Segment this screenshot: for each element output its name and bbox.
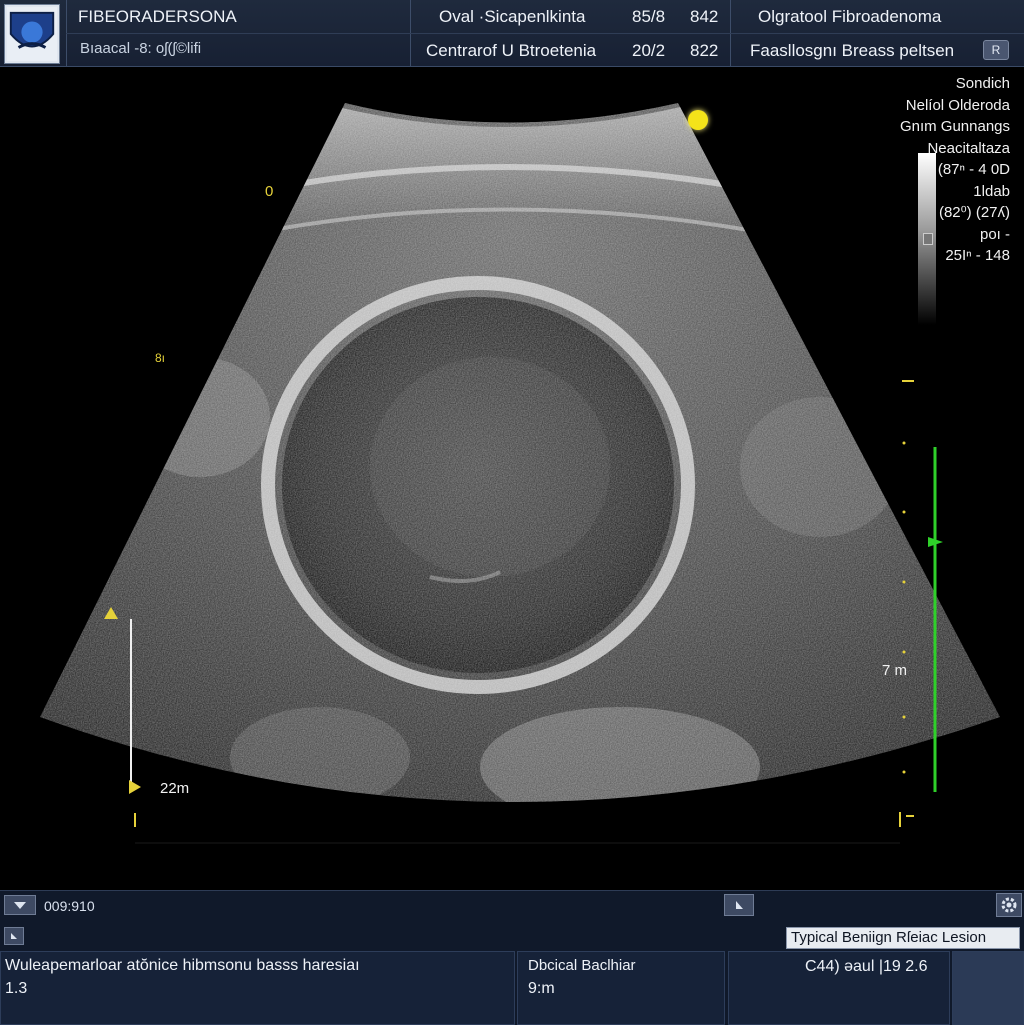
chevron-down-icon — [14, 902, 26, 909]
settings-button[interactable] — [996, 893, 1022, 917]
info-line: Gnım Gunnangs — [899, 118, 1010, 135]
collapse-button[interactable] — [4, 895, 36, 915]
annotate-button[interactable] — [724, 894, 754, 916]
divider — [66, 33, 1024, 34]
speckle-texture — [40, 103, 1000, 802]
header-subtitle: Bıaacal -8: oʃ(ʃ©lifi — [80, 40, 202, 57]
shape-label-2: Centrarof U Btroetenia — [426, 41, 597, 60]
info-line: 1ldab — [973, 182, 1010, 200]
depth-label-left: 22m — [160, 780, 190, 797]
info-line: (87ⁿ - 4 0D — [937, 161, 1010, 178]
findings-text: Wuleapemarloar atŏnice hibmsonu basss ha… — [5, 957, 360, 974]
logo-emblem-icon — [6, 7, 58, 61]
timestamp: 009:910 — [44, 898, 95, 914]
left-top-mark: 0 — [265, 183, 274, 200]
grayscale-marker-icon[interactable] — [923, 233, 933, 245]
measurement-cell: Dbcical Baclhiar 9:m — [517, 951, 725, 1025]
acquisition-info: Sondich Nelíol Olderoda Gnım Gunnangs Ne… — [900, 73, 1010, 267]
bottom-panel: 009:910 Typical Beniign Rſeiac Lesion Wu… — [0, 890, 1024, 1025]
value-b-2: 822 — [690, 41, 719, 60]
info-line: (82⁰) (27ʎ) — [938, 204, 1010, 221]
arrow-icon — [11, 933, 17, 939]
caliper-arrow-icon[interactable] — [129, 780, 141, 794]
measurement-label: Dbcical Baclhiar — [528, 957, 636, 974]
clinic-logo — [4, 4, 60, 64]
value-a-2: 20/2 — [632, 41, 666, 60]
expand-button[interactable] — [4, 927, 24, 945]
report-button[interactable]: R — [983, 40, 1009, 60]
extra-cell[interactable] — [952, 951, 1024, 1025]
ultrasound-scan — [40, 103, 1000, 844]
info-line: Neacitaltaza — [927, 139, 1010, 157]
info-line: 25Iⁿ - 148 — [945, 247, 1010, 264]
value-a-1: 85/8 — [632, 7, 666, 26]
findings-cell: Wuleapemarloar atŏnice hibmsonu basss ha… — [0, 951, 515, 1025]
info-line: Nelíol Olderoda — [905, 96, 1010, 114]
info-line: Sondich — [955, 75, 1010, 92]
measurement-value: 9:m — [528, 980, 555, 997]
ultrasound-image-area[interactable]: 0 8ı 22m 7 m Sondich Nelíol Olderoda Gnı… — [0, 67, 1024, 890]
diagnosis-label-1: Olgratool Fibroadenoma — [758, 7, 942, 26]
left-mid-mark: 8ı — [155, 351, 166, 365]
gear-icon — [1001, 897, 1017, 913]
size-value: C44) ǝaul |19 2.6 — [805, 958, 928, 975]
focus-point-icon[interactable] — [688, 110, 708, 130]
depth-label-right: 7 m — [882, 662, 908, 679]
info-line: poı - — [979, 225, 1010, 243]
lesion-classification-tag[interactable]: Typical Beniign Rſeiac Lesion — [786, 927, 1020, 949]
header-bar: FIBEORADERSONA Bıaacal -8: oʃ(ʃ©lifi Ova… — [0, 0, 1024, 67]
diagnosis-label-2: Faasllosgnı Breass peltsen — [750, 41, 955, 60]
corner-arrow-icon — [736, 901, 743, 909]
value-b-1: 842 — [690, 7, 719, 26]
shape-label-1: Oval ·Sicapenlkinta — [439, 7, 586, 26]
header-title: FIBEORADERSONA — [78, 7, 237, 26]
size-cell: C44) ǝaul |19 2.6 — [728, 951, 950, 1025]
findings-value: 1.3 — [5, 980, 28, 997]
